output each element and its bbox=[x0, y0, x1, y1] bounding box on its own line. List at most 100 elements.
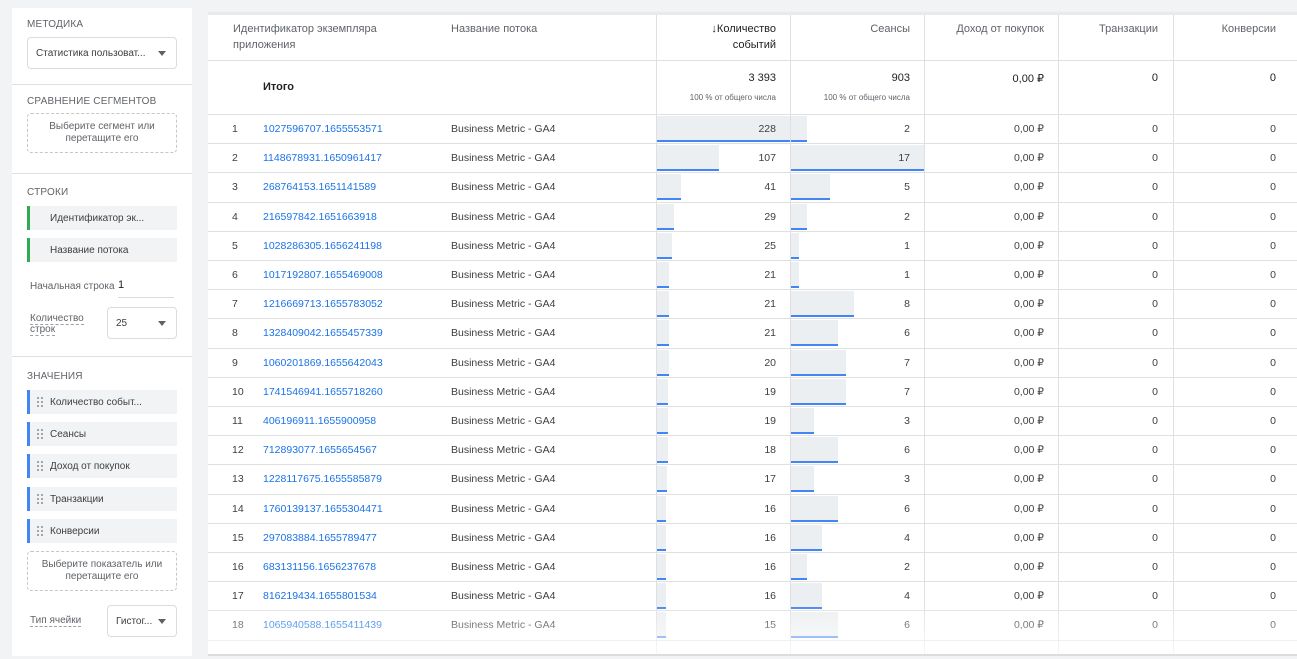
drag-handle-icon[interactable] bbox=[36, 428, 44, 440]
row-number: 18 bbox=[232, 619, 244, 632]
app-instance-id-link[interactable]: 1228117675.1655585879 bbox=[263, 473, 382, 485]
table-row[interactable]: 15 297083884.1655789477 Business Metric - … bbox=[208, 524, 1297, 553]
app-instance-id-link[interactable]: 268764153.1651141589 bbox=[263, 181, 376, 193]
table-row[interactable]: 17 816219434.1655801534 Business Metric - … bbox=[208, 582, 1297, 611]
header-transactions[interactable]: Транзакции bbox=[1058, 15, 1158, 61]
header-purchase-revenue[interactable]: Доход от покупок bbox=[924, 15, 1044, 61]
transactions-cell: 0 bbox=[1152, 502, 1158, 515]
table-row[interactable]: 1 1027596707.1655553571 Business Metric - … bbox=[208, 115, 1297, 144]
exploration-editor: МЕТОДИКА Статистика пользоват... СРАВНЕН… bbox=[0, 0, 1297, 659]
purchase-revenue-cell: 0,00 ₽ bbox=[1013, 473, 1044, 486]
table-row[interactable]: 13 1228117675.1655585879 Business Metric -… bbox=[208, 465, 1297, 494]
sessions-bar bbox=[791, 262, 799, 288]
start-row-input[interactable]: 1 bbox=[118, 279, 174, 298]
app-instance-id-link[interactable]: 297083884.1655789477 bbox=[263, 532, 377, 544]
app-instance-id-link[interactable]: 1028286305.1656241198 bbox=[263, 240, 382, 252]
purchase-revenue-cell: 0,00 ₽ bbox=[1013, 181, 1044, 194]
app-instance-id-link[interactable]: 1328409042.1655457339 bbox=[263, 327, 383, 339]
sessions-cell: 7 bbox=[904, 385, 910, 398]
value-metric-chip[interactable]: Сеансы bbox=[27, 422, 177, 446]
table-row[interactable]: 4 216597842.1651663918 Business Metric - G… bbox=[208, 203, 1297, 232]
conversions-cell: 0 bbox=[1270, 298, 1276, 311]
transactions-cell: 0 bbox=[1152, 590, 1158, 603]
transactions-cell: 0 bbox=[1152, 561, 1158, 573]
row-dimension-chip[interactable]: Идентификатор эк... bbox=[27, 206, 177, 230]
row-number: 13 bbox=[232, 473, 244, 486]
app-instance-id-link[interactable]: 1027596707.1655553571 bbox=[263, 123, 383, 135]
header-sessions[interactable]: Сеансы bbox=[808, 15, 910, 61]
table-row[interactable]: 7 1216669713.1655783052 Business Metric - … bbox=[208, 290, 1297, 319]
stream-name-cell: Business Metric - GA4 bbox=[451, 356, 556, 369]
table-row[interactable]: 14 1760139137.1655304471 Business Metric -… bbox=[208, 495, 1297, 524]
drag-handle-icon[interactable] bbox=[36, 460, 44, 472]
purchase-revenue-cell: 0,00 ₽ bbox=[1013, 385, 1044, 398]
event-count-cell: 21 bbox=[764, 298, 776, 311]
cell-type-dropdown[interactable]: Гистог... bbox=[107, 605, 177, 637]
segment-drop-zone[interactable]: Выберите сегмент или перетащите его bbox=[27, 113, 177, 153]
chip-label: Транзакции bbox=[50, 493, 104, 505]
row-count-dropdown[interactable]: 25 bbox=[107, 307, 177, 339]
row-number: 17 bbox=[232, 590, 244, 603]
sessions-cell: 1 bbox=[904, 239, 910, 252]
drag-handle-icon[interactable] bbox=[36, 493, 44, 505]
event-count-bar bbox=[657, 583, 666, 610]
purchase-revenue-cell: 0,00 ₽ bbox=[1013, 123, 1044, 135]
method-dropdown[interactable]: Статистика пользоват... bbox=[27, 37, 177, 69]
event-count-cell: 228 bbox=[758, 123, 776, 135]
header-app-instance-id[interactable]: Идентификатор экземпляра приложения bbox=[233, 15, 423, 61]
app-instance-id-link[interactable]: 1760139137.1655304471 bbox=[263, 503, 383, 515]
app-instance-id-link[interactable]: 1741546941.1655718260 bbox=[263, 386, 383, 398]
app-instance-id-link[interactable]: 406196911.1655900958 bbox=[263, 415, 376, 427]
table-row[interactable]: 10 1741546941.1655718260 Business Metric -… bbox=[208, 378, 1297, 407]
table-row[interactable]: 2 1148678931.1650961417 Business Metric - … bbox=[208, 144, 1297, 173]
drag-handle-icon[interactable] bbox=[36, 396, 44, 408]
event-count-cell: 25 bbox=[764, 239, 776, 252]
totals-purchase-revenue: 0,00 ₽ bbox=[1012, 73, 1044, 85]
table-row[interactable]: 9 1060201869.1655642043 Business Metric - … bbox=[208, 349, 1297, 378]
stream-name-cell: Business Metric - GA4 bbox=[451, 415, 556, 427]
table-row[interactable]: 3 268764153.1651141589 Business Metric - G… bbox=[208, 173, 1297, 202]
conversions-cell: 0 bbox=[1270, 590, 1276, 603]
event-count-cell: 16 bbox=[764, 561, 776, 573]
table-row[interactable]: 6 1017192807.1655469008 Business Metric - … bbox=[208, 261, 1297, 290]
header-conversions[interactable]: Конверсии bbox=[1176, 15, 1276, 61]
app-instance-id-link[interactable]: 1148678931.1650961417 bbox=[263, 152, 382, 164]
table-row[interactable]: 5 1028286305.1656241198 Business Metric - … bbox=[208, 232, 1297, 261]
value-metric-chip[interactable]: Конверсии bbox=[27, 519, 177, 543]
row-number: 5 bbox=[232, 239, 238, 252]
app-instance-id-link[interactable]: 683131156.1656237678 bbox=[263, 561, 376, 573]
stream-name-cell: Business Metric - GA4 bbox=[451, 473, 556, 486]
metric-drop-zone[interactable]: Выберите показатель или перетащите его bbox=[27, 551, 177, 591]
value-metric-chip[interactable]: Количество событ... bbox=[27, 390, 177, 414]
transactions-cell: 0 bbox=[1152, 473, 1158, 486]
table-row[interactable]: 16 683131156.1656237678 Business Metric - … bbox=[208, 553, 1297, 582]
drag-handle-icon[interactable] bbox=[36, 525, 44, 537]
header-event-count-sorted[interactable]: ↓Количество событий bbox=[708, 15, 776, 61]
app-instance-id-link[interactable]: 712893077.1655654567 bbox=[263, 444, 377, 456]
header-stream-name[interactable]: Название потока bbox=[451, 15, 631, 61]
app-instance-id-link[interactable]: 1017192807.1655469008 bbox=[263, 269, 383, 281]
table-row[interactable]: 8 1328409042.1655457339 Business Metric - … bbox=[208, 319, 1297, 348]
value-metric-chip[interactable]: Транзакции bbox=[27, 487, 177, 511]
app-instance-id-link[interactable]: 216597842.1651663918 bbox=[263, 211, 377, 223]
conversions-cell: 0 bbox=[1270, 356, 1276, 369]
event-count-cell: 17 bbox=[764, 473, 776, 486]
divider bbox=[12, 356, 192, 357]
app-instance-id-link[interactable]: 1065940588.1655411439 bbox=[263, 619, 382, 631]
app-instance-id-link[interactable]: 1216669713.1655783052 bbox=[263, 298, 383, 310]
app-instance-id-link[interactable]: 1060201869.1655642043 bbox=[263, 357, 383, 369]
conversions-cell: 0 bbox=[1270, 385, 1276, 398]
value-metric-chip[interactable]: Доход от покупок bbox=[27, 454, 177, 478]
table-row[interactable]: 18 1065940588.1655411439 Business Metric -… bbox=[208, 611, 1297, 640]
table-row[interactable]: 12 712893077.1655654567 Business Metric - … bbox=[208, 436, 1297, 465]
table-row[interactable]: 11 406196911.1655900958 Business Metric - … bbox=[208, 407, 1297, 436]
purchase-revenue-cell: 0,00 ₽ bbox=[1013, 327, 1044, 340]
app-instance-id-link[interactable]: 816219434.1655801534 bbox=[263, 590, 377, 602]
chevron-down-icon bbox=[158, 321, 166, 326]
stream-name-cell: Business Metric - GA4 bbox=[451, 181, 556, 194]
sessions-cell: 6 bbox=[904, 327, 910, 340]
row-dimension-chip[interactable]: Название потока bbox=[27, 238, 177, 262]
divider bbox=[12, 173, 192, 174]
totals-sessions-percent: 100 % от общего числа bbox=[823, 93, 910, 102]
chevron-down-icon bbox=[158, 619, 166, 624]
